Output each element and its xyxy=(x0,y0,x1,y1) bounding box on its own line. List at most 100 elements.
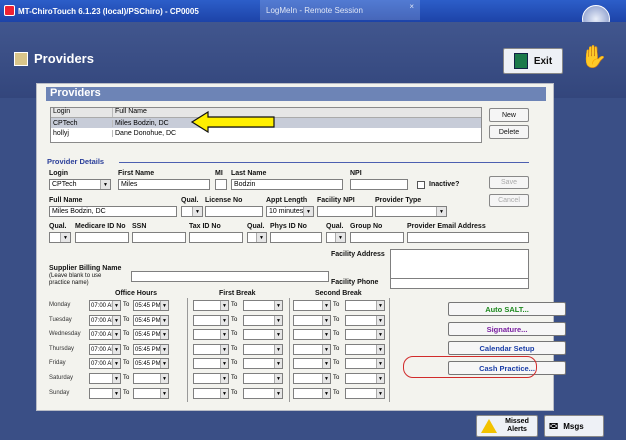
mi-input[interactable] xyxy=(215,179,227,190)
chevron-down-icon: ▼ xyxy=(112,389,120,398)
second-break-start-select[interactable]: ▼ xyxy=(293,373,331,384)
to-label: To xyxy=(231,346,238,352)
column-login[interactable]: Login xyxy=(51,108,113,117)
cancel-button[interactable]: Cancel xyxy=(489,194,529,207)
to-label: To xyxy=(333,346,340,352)
chevron-down-icon: ▼ xyxy=(376,374,384,383)
office-hours-start-select[interactable]: 07:00 AM ▼ xyxy=(89,358,121,369)
second-break-start-select[interactable]: ▼ xyxy=(293,315,331,326)
first-break-end-select[interactable]: ▼ xyxy=(243,373,283,384)
group-no-input[interactable] xyxy=(350,232,404,243)
qual-select[interactable]: ▼ xyxy=(181,206,203,217)
chevron-down-icon: ▼ xyxy=(322,316,330,325)
phys-id-input[interactable] xyxy=(270,232,322,243)
ssn-input[interactable] xyxy=(132,232,186,243)
chevron-down-icon: ▼ xyxy=(256,233,266,242)
auto-salt-button[interactable]: Auto SALT... xyxy=(448,302,566,316)
facility-npi-input[interactable] xyxy=(317,206,373,217)
remote-session-tab[interactable]: LogMeIn - Remote Session × xyxy=(260,0,420,20)
group-qual-select[interactable]: ▼ xyxy=(326,232,346,243)
second-break-start-select[interactable]: ▼ xyxy=(293,388,331,399)
chevron-down-icon: ▼ xyxy=(160,374,168,383)
chevron-down-icon: ▼ xyxy=(192,207,202,216)
exit-button[interactable]: Exit xyxy=(503,48,563,74)
to-label: To xyxy=(333,390,340,396)
office-hours-start-select[interactable]: 07:00 AM ▼ xyxy=(89,315,121,326)
full-name-input[interactable]: Miles Bodzin, DC xyxy=(49,206,177,217)
first-name-input[interactable]: Miles xyxy=(118,179,210,190)
medicare-id-input[interactable] xyxy=(75,232,129,243)
first-break-start-select[interactable]: ▼ xyxy=(193,373,229,384)
office-hours-end-select[interactable]: 05:45 PM ▼ xyxy=(133,358,169,369)
second-break-end-select[interactable]: ▼ xyxy=(345,300,385,311)
second-break-end-select[interactable]: ▼ xyxy=(345,344,385,355)
close-icon[interactable]: × xyxy=(409,2,414,11)
first-break-end-select[interactable]: ▼ xyxy=(243,300,283,311)
column-full-name[interactable]: Full Name xyxy=(113,108,147,117)
facility-address-input[interactable] xyxy=(390,249,529,279)
schedule-day-label: Wednesday xyxy=(49,331,81,337)
chevron-down-icon: ▼ xyxy=(160,359,168,368)
supplier-billing-input[interactable] xyxy=(131,271,329,282)
delete-button[interactable]: Delete xyxy=(489,125,529,139)
office-hours-end-select[interactable]: 05:45 PM ▼ xyxy=(133,329,169,340)
missed-alerts-button[interactable]: Missed Alerts xyxy=(476,415,538,437)
save-button[interactable]: Save xyxy=(489,176,529,189)
first-break-start-select[interactable]: ▼ xyxy=(193,300,229,311)
second-break-start-select[interactable]: ▼ xyxy=(293,344,331,355)
office-hours-end-select[interactable]: 05:45 PM ▼ xyxy=(133,300,169,311)
first-break-end-select[interactable]: ▼ xyxy=(243,388,283,399)
appt-length-select[interactable]: 10 minutes ▼ xyxy=(266,206,314,217)
to-label: To xyxy=(231,331,238,337)
office-hours-start-select[interactable]: 07:00 AM ▼ xyxy=(89,300,121,311)
second-break-end-select[interactable]: ▼ xyxy=(345,388,385,399)
second-break-end-select[interactable]: ▼ xyxy=(345,329,385,340)
remote-session-title: LogMeIn - Remote Session xyxy=(266,5,363,15)
second-break-start-select[interactable]: ▼ xyxy=(293,358,331,369)
new-button[interactable]: New xyxy=(489,108,529,122)
inactive-checkbox[interactable] xyxy=(417,181,425,189)
medicare-id-label: Medicare ID No xyxy=(75,223,126,230)
second-break-end-select[interactable]: ▼ xyxy=(345,358,385,369)
first-break-start-select[interactable]: ▼ xyxy=(193,344,229,355)
first-break-start-select[interactable]: ▼ xyxy=(193,329,229,340)
medicare-qual-select[interactable]: ▼ xyxy=(49,232,71,243)
first-break-end-select[interactable]: ▼ xyxy=(243,315,283,326)
provider-type-select[interactable]: ▼ xyxy=(375,206,447,217)
office-hours-start-select[interactable]: ▼ xyxy=(89,388,121,399)
calendar-setup-button[interactable]: Calendar Setup xyxy=(448,341,566,355)
office-hours-end-select[interactable]: ▼ xyxy=(133,388,169,399)
office-hours-end-select[interactable]: 05:45 PM ▼ xyxy=(133,315,169,326)
missed-alerts-label: Missed Alerts xyxy=(505,418,529,433)
second-break-end-select[interactable]: ▼ xyxy=(345,373,385,384)
first-break-start-select[interactable]: ▼ xyxy=(193,315,229,326)
chevron-down-icon: ▼ xyxy=(274,359,282,368)
auto-salt-label: Auto SALT... xyxy=(485,304,529,314)
office-hours-end-select[interactable]: 05:45 PM ▼ xyxy=(133,344,169,355)
schedule-day-label: Saturday xyxy=(49,375,74,381)
office-hours-start-select[interactable]: 07:00 AM ▼ xyxy=(89,344,121,355)
first-break-start-select[interactable]: ▼ xyxy=(193,358,229,369)
office-hours-start-select[interactable]: 07:00 AM ▼ xyxy=(89,329,121,340)
office-hours-end-select[interactable]: ▼ xyxy=(133,373,169,384)
first-break-end-select[interactable]: ▼ xyxy=(243,329,283,340)
office-hours-start-select[interactable]: ▼ xyxy=(89,373,121,384)
second-break-start-select[interactable]: ▼ xyxy=(293,300,331,311)
first-break-start-select[interactable]: ▼ xyxy=(193,388,229,399)
phys-qual-select[interactable]: ▼ xyxy=(247,232,267,243)
second-break-start-select[interactable]: ▼ xyxy=(293,329,331,340)
second-break-end-select[interactable]: ▼ xyxy=(345,315,385,326)
tax-id-input[interactable] xyxy=(189,232,243,243)
msgs-button[interactable]: ✉ Msgs xyxy=(544,415,604,437)
email-input[interactable] xyxy=(407,232,529,243)
last-name-input[interactable]: Bodzin xyxy=(231,179,343,190)
first-break-end-select[interactable]: ▼ xyxy=(243,358,283,369)
dialog-title: Providers xyxy=(46,87,546,101)
npi-input[interactable] xyxy=(350,179,408,190)
first-break-end-select[interactable]: ▼ xyxy=(243,344,283,355)
chevron-down-icon: ▼ xyxy=(274,301,282,310)
signature-button[interactable]: Signature... xyxy=(448,322,566,336)
login-select[interactable]: CPTech ▼ xyxy=(49,179,111,190)
license-no-input[interactable] xyxy=(205,206,263,217)
facility-phone-input[interactable] xyxy=(390,278,529,289)
